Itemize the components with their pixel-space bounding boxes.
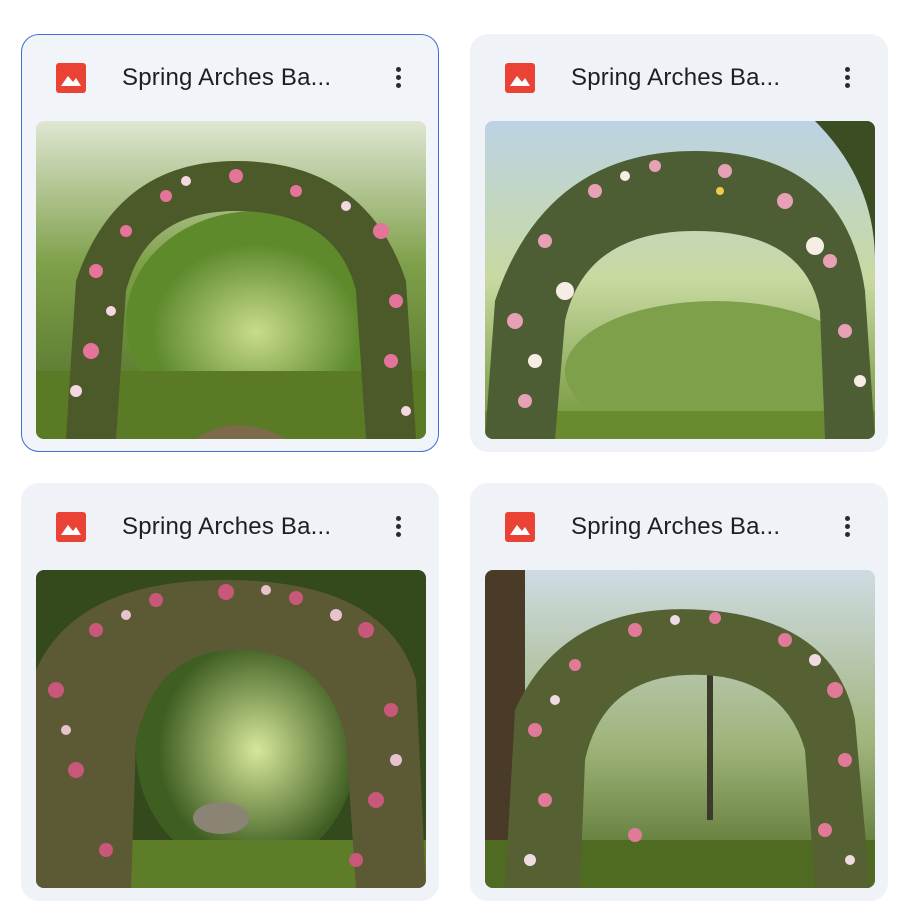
more-options-button[interactable] bbox=[380, 59, 416, 95]
more-vert-icon-dot bbox=[845, 532, 850, 537]
file-card[interactable]: Spring Arches Ba... bbox=[470, 483, 888, 901]
more-options-button[interactable] bbox=[829, 59, 865, 95]
more-vert-icon bbox=[396, 67, 401, 72]
flower-arch-image bbox=[36, 121, 426, 439]
file-card[interactable]: Spring Arches Ba... bbox=[21, 483, 439, 901]
flower-arch-image bbox=[485, 121, 875, 439]
file-name: Spring Arches Ba... bbox=[122, 513, 332, 540]
more-vert-icon-dot bbox=[845, 524, 850, 529]
more-vert-icon-dot bbox=[396, 532, 401, 537]
more-options-button[interactable] bbox=[380, 508, 416, 544]
file-card[interactable]: Spring Arches Ba... bbox=[21, 34, 439, 452]
more-vert-icon-dot bbox=[396, 83, 401, 88]
more-vert-icon-dot bbox=[845, 83, 850, 88]
flower-arch-image bbox=[485, 570, 875, 888]
more-options-button[interactable] bbox=[829, 508, 865, 544]
more-vert-icon-dot bbox=[845, 75, 850, 80]
more-vert-icon bbox=[845, 516, 850, 521]
image-file-icon bbox=[56, 512, 86, 542]
file-name: Spring Arches Ba... bbox=[571, 513, 781, 540]
image-thumbnail[interactable] bbox=[485, 570, 875, 888]
image-file-icon bbox=[505, 63, 535, 93]
file-card-header: Spring Arches Ba... bbox=[22, 35, 438, 121]
image-thumbnail[interactable] bbox=[485, 121, 875, 439]
file-name: Spring Arches Ba... bbox=[571, 64, 781, 91]
file-card[interactable]: Spring Arches Ba... bbox=[470, 34, 888, 452]
image-file-icon bbox=[505, 512, 535, 542]
file-grid: Spring Arches Ba... Spring Arches Ba... … bbox=[0, 0, 906, 916]
more-vert-icon bbox=[845, 67, 850, 72]
file-name: Spring Arches Ba... bbox=[122, 64, 332, 91]
more-vert-icon-dot bbox=[396, 524, 401, 529]
file-card-header: Spring Arches Ba... bbox=[471, 35, 887, 121]
image-thumbnail[interactable] bbox=[36, 570, 426, 888]
file-card-header: Spring Arches Ba... bbox=[22, 484, 438, 570]
image-thumbnail[interactable] bbox=[36, 121, 426, 439]
image-file-icon bbox=[56, 63, 86, 93]
more-vert-icon-dot bbox=[396, 75, 401, 80]
file-card-header: Spring Arches Ba... bbox=[471, 484, 887, 570]
more-vert-icon bbox=[396, 516, 401, 521]
flower-arch-image bbox=[36, 570, 426, 888]
